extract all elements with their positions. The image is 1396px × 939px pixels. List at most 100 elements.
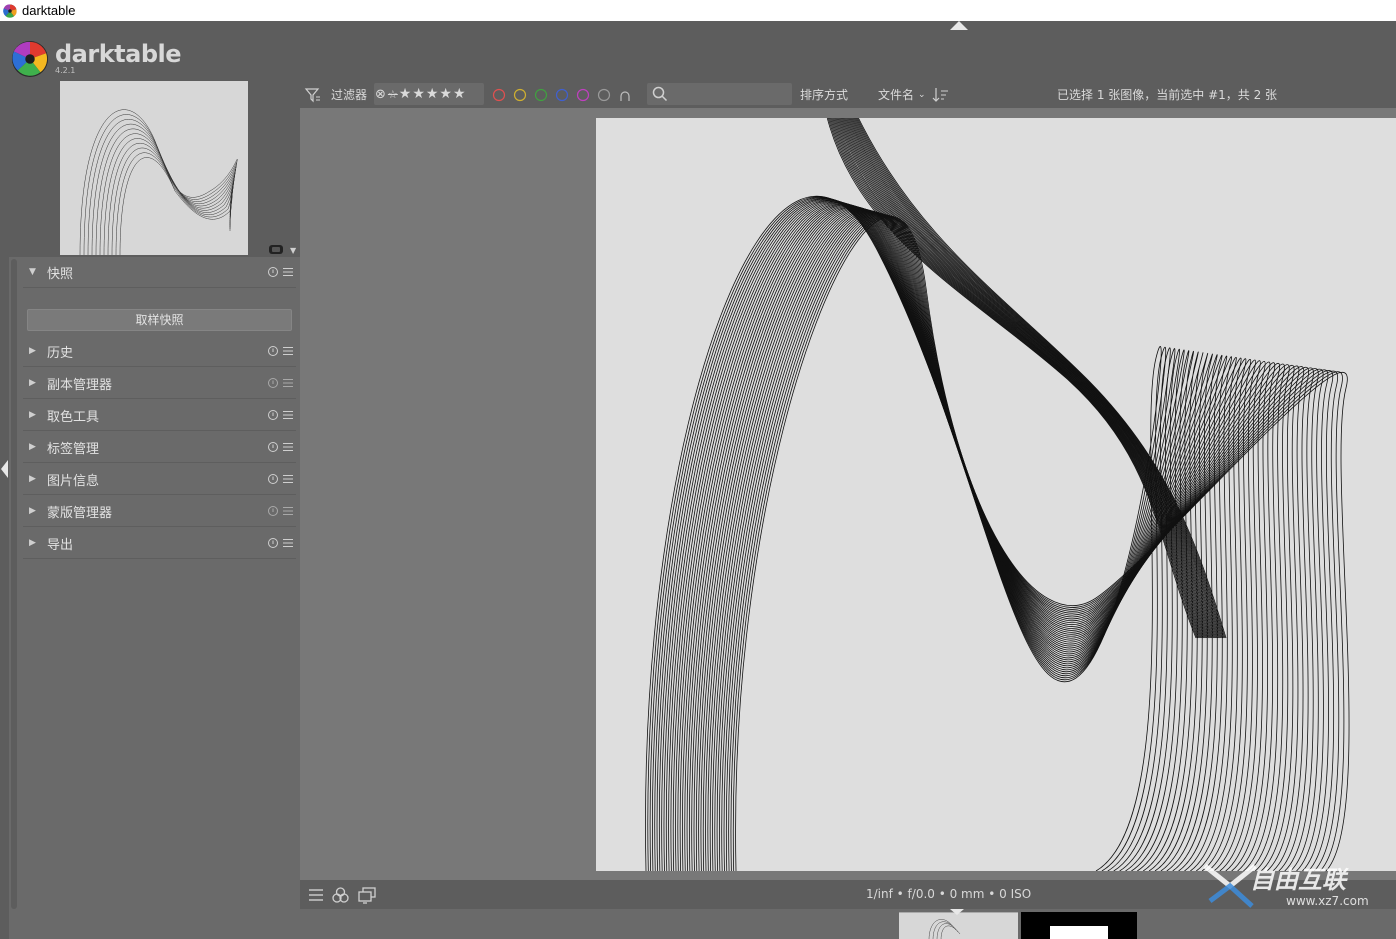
menu-icon[interactable] bbox=[308, 887, 324, 903]
reset-icon[interactable] bbox=[267, 537, 279, 549]
sort-field-dropdown[interactable]: 文件名 ⌄ bbox=[878, 81, 926, 108]
filmstrip-thumbnail-image bbox=[928, 919, 961, 939]
navigation-zoom-dropdown-arrow[interactable]: ▼ bbox=[290, 246, 296, 255]
ribbon-line bbox=[732, 215, 1345, 871]
module-label: 取色工具 bbox=[47, 409, 100, 425]
watermark-url: www.xz7.com bbox=[1286, 894, 1369, 908]
filmstrip bbox=[0, 909, 1396, 939]
color-label-filter[interactable] bbox=[492, 81, 642, 108]
module-label: 副本管理器 bbox=[47, 377, 113, 393]
app-header: darktable 4.2.1 bbox=[0, 30, 1396, 81]
module-header-mask-manager[interactable]: ▶ 蒙版管理器 bbox=[23, 496, 296, 527]
collapse-left-panel-arrow[interactable] bbox=[1, 460, 8, 478]
rating-filter[interactable]: ⊗ ☆ ★★★★★ bbox=[374, 83, 484, 105]
collapsed-triangle-icon: ▶ bbox=[29, 538, 36, 548]
module-label: 导出 bbox=[47, 537, 74, 553]
navigation-thumbnail[interactable] bbox=[60, 81, 248, 255]
search-icon bbox=[652, 86, 668, 102]
module-header-image-information[interactable]: ▶ 图片信息 bbox=[23, 464, 296, 495]
left-panel: ▼ ▼ 快照 取样快照 ▶ 历史 ▶ 副本管理器 ▶ 取色工具 ▶ 标签管理 ▶… bbox=[9, 81, 300, 909]
ribbon-line bbox=[728, 214, 1335, 871]
text-search-box[interactable] bbox=[647, 83, 792, 105]
exif-info: 1/inf • f/0.0 • 0 mm • 0 ISO bbox=[866, 887, 1032, 901]
center-view: 过滤器 ⊗ ☆ ★★★★★ 排序方式 文件名 ⌄ 已选择 1 张图像，当前选中 … bbox=[300, 81, 1396, 909]
navigation-module: ▼ bbox=[9, 81, 300, 257]
module-header-history[interactable]: ▶ 历史 bbox=[23, 336, 296, 367]
ribbon-line bbox=[723, 213, 1324, 871]
ribbon-line bbox=[855, 118, 1225, 639]
presets-menu-icon[interactable] bbox=[282, 266, 294, 278]
collapsed-triangle-icon: ▶ bbox=[29, 474, 36, 484]
unstarred-icon[interactable]: ☆ bbox=[388, 88, 398, 101]
color-label-purple[interactable] bbox=[576, 88, 590, 101]
darktable-app-icon bbox=[3, 3, 17, 18]
color-label-red[interactable] bbox=[492, 88, 506, 101]
module-header-tagging[interactable]: ▶ 标签管理 bbox=[23, 432, 296, 463]
ribbon-line bbox=[725, 214, 1329, 871]
ribbon-line bbox=[840, 118, 1210, 639]
color-label-and-operator[interactable] bbox=[620, 90, 630, 101]
ribbon-line bbox=[853, 118, 1223, 639]
presets-menu-icon[interactable] bbox=[282, 377, 294, 389]
color-label-yellow[interactable] bbox=[513, 88, 527, 101]
selection-status: 已选择 1 张图像，当前选中 #1，共 2 张 bbox=[1057, 88, 1278, 102]
reset-icon[interactable] bbox=[267, 441, 279, 453]
ribbon-line bbox=[668, 201, 1209, 871]
filter-funnel-icon[interactable] bbox=[304, 81, 322, 108]
reset-icon[interactable] bbox=[267, 409, 279, 421]
presets-menu-icon[interactable] bbox=[282, 505, 294, 517]
star-rating-icons[interactable]: ★★★★★ bbox=[399, 86, 467, 102]
reject-icon[interactable]: ⊗ bbox=[375, 87, 386, 102]
left-panel-scrollbar[interactable] bbox=[11, 259, 17, 909]
module-label: 图片信息 bbox=[47, 473, 100, 489]
color-label-circles-icon[interactable] bbox=[492, 88, 642, 102]
module-header-export[interactable]: ▶ 导出 bbox=[23, 528, 296, 559]
filmstrip-thumbnail[interactable] bbox=[899, 912, 1018, 939]
window-titlebar: darktable bbox=[0, 0, 1396, 21]
filter-toolbar: 过滤器 ⊗ ☆ ★★★★★ 排序方式 文件名 ⌄ 已选择 1 张图像，当前选中 … bbox=[300, 81, 1396, 108]
collapsed-triangle-icon: ▶ bbox=[29, 442, 36, 452]
filmstrip-thumbnail[interactable] bbox=[1021, 912, 1137, 939]
second-window-icon[interactable] bbox=[358, 887, 376, 904]
module-header-snapshots[interactable]: ▼ 快照 bbox=[23, 257, 296, 288]
sort-descending-icon bbox=[932, 87, 948, 102]
take-snapshot-button[interactable]: 取样快照 bbox=[27, 309, 292, 331]
presets-menu-icon[interactable] bbox=[282, 345, 294, 357]
collapsed-triangle-icon: ▶ bbox=[29, 410, 36, 420]
reset-icon[interactable] bbox=[267, 377, 279, 389]
color-label-blue[interactable] bbox=[555, 88, 569, 101]
module-header-color-picker[interactable]: ▶ 取色工具 bbox=[23, 400, 296, 431]
sort-label: 排序方式 bbox=[800, 88, 849, 102]
navigation-zoom-icon[interactable] bbox=[268, 244, 284, 255]
presets-menu-icon[interactable] bbox=[282, 473, 294, 485]
app-brand-name: darktable bbox=[55, 40, 182, 68]
module-label: 蒙版管理器 bbox=[47, 505, 113, 521]
reset-icon[interactable] bbox=[267, 345, 279, 357]
presets-menu-icon[interactable] bbox=[282, 441, 294, 453]
color-label-none[interactable] bbox=[597, 88, 611, 101]
reset-icon[interactable] bbox=[267, 266, 279, 278]
preview-image bbox=[645, 118, 1350, 871]
filmstrip-thumbnail-content bbox=[1050, 926, 1108, 939]
app-main: darktable 4.2.1 ▼ ▼ 快照 取样快照 ▶ 历史 ▶ 副本管理器… bbox=[0, 21, 1396, 939]
module-label: 快照 bbox=[47, 266, 74, 282]
collapsed-triangle-icon: ▶ bbox=[29, 378, 36, 388]
color-assessment-icon[interactable] bbox=[332, 887, 349, 904]
module-header-duplicate-manager[interactable]: ▶ 副本管理器 bbox=[23, 368, 296, 399]
filmstrip-toggle-arrow[interactable] bbox=[950, 909, 964, 915]
image-preview[interactable] bbox=[596, 118, 1396, 871]
filter-label: 过滤器 bbox=[331, 88, 368, 102]
ribbon-line bbox=[675, 203, 1223, 871]
ribbon-line bbox=[847, 118, 1217, 639]
module-label: 历史 bbox=[47, 345, 74, 361]
reset-icon[interactable] bbox=[267, 505, 279, 517]
color-label-green[interactable] bbox=[534, 88, 548, 101]
left-border bbox=[0, 81, 9, 909]
ribbon-line bbox=[670, 201, 1213, 871]
presets-menu-icon[interactable] bbox=[282, 537, 294, 549]
top-panel-toggle-arrow[interactable] bbox=[950, 21, 968, 30]
presets-menu-icon[interactable] bbox=[282, 409, 294, 421]
reset-icon[interactable] bbox=[267, 473, 279, 485]
sort-order-button[interactable] bbox=[932, 81, 950, 108]
sort-field-value: 文件名 bbox=[878, 88, 915, 102]
